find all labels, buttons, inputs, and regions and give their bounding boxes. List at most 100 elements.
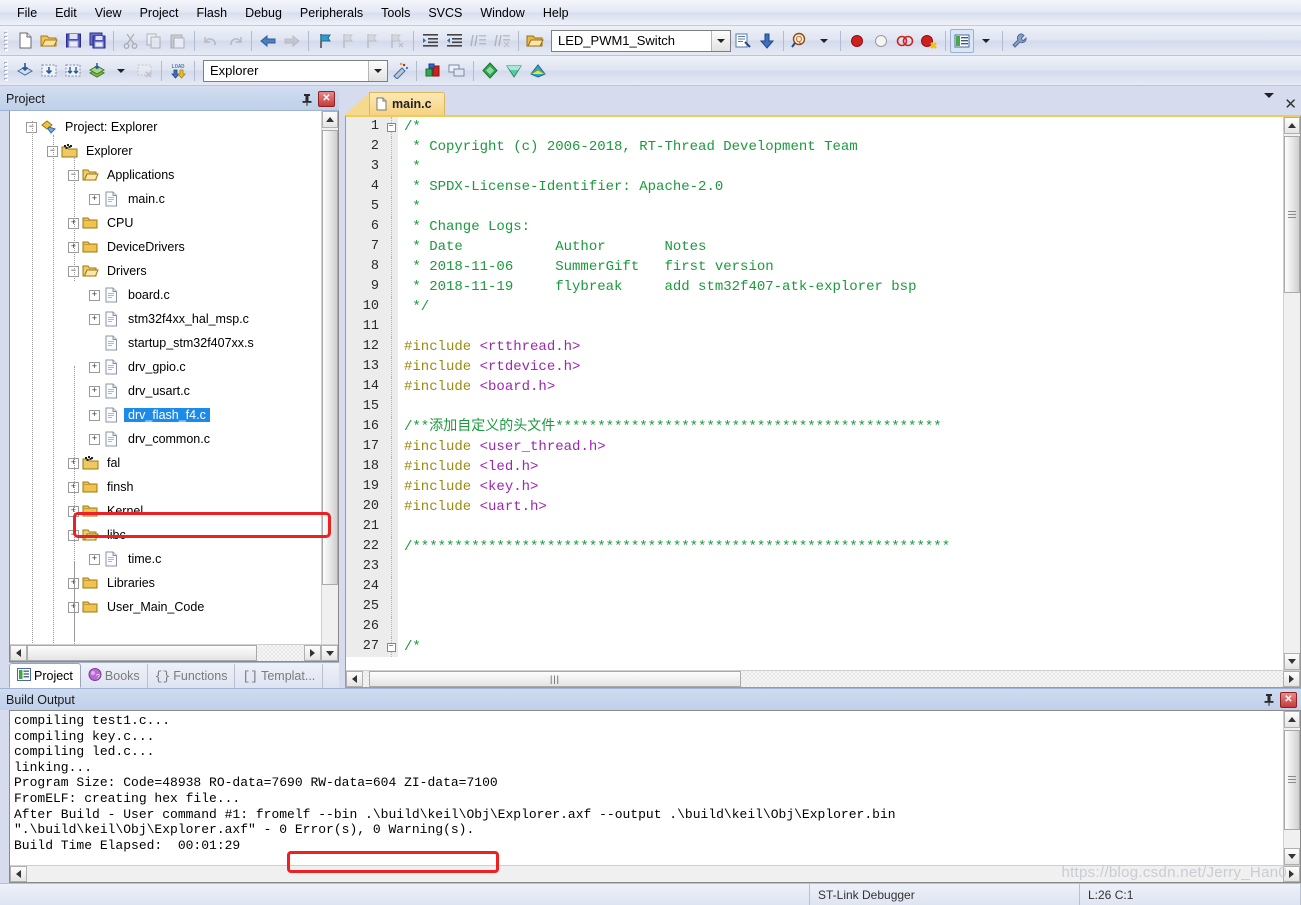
menu-item-flash[interactable]: Flash bbox=[187, 3, 236, 23]
build-scroll-thumb[interactable] bbox=[1284, 730, 1300, 830]
fold-column[interactable] bbox=[384, 357, 398, 377]
fold-column[interactable] bbox=[384, 517, 398, 537]
code-line[interactable]: 10 */ bbox=[346, 297, 1283, 317]
fold-column[interactable] bbox=[384, 597, 398, 617]
tree-item-drv-common-c[interactable]: + drv_common.c bbox=[10, 427, 321, 451]
menu-item-file[interactable]: File bbox=[8, 3, 46, 23]
tree-item-main-c[interactable]: + main.c bbox=[10, 187, 321, 211]
save-all-icon[interactable] bbox=[85, 29, 109, 53]
tree-item-project-explorer[interactable]: − Project: Explorer bbox=[10, 115, 321, 139]
manage-windows-dropdown-arrow[interactable] bbox=[974, 29, 998, 53]
tree-item-board-c[interactable]: + board.c bbox=[10, 283, 321, 307]
tree-item-drv-flash-f4-c[interactable]: + drv_flash_f4.c bbox=[10, 403, 321, 427]
fold-column[interactable] bbox=[384, 137, 398, 157]
fold-column[interactable] bbox=[384, 337, 398, 357]
code-line[interactable]: 5 * bbox=[346, 197, 1283, 217]
tree-scroll-left-button[interactable] bbox=[10, 645, 27, 661]
breakpoint-kill-all-icon[interactable] bbox=[917, 29, 941, 53]
select-software-packs-icon[interactable] bbox=[526, 59, 550, 83]
editor-close-icon[interactable]: ✕ bbox=[1284, 97, 1297, 112]
tree-item-finsh[interactable]: + finsh bbox=[10, 475, 321, 499]
tree-item-cpu[interactable]: + CPU bbox=[10, 211, 321, 235]
menu-item-debug[interactable]: Debug bbox=[236, 3, 291, 23]
tree-item-startup-stm32f407xx-s[interactable]: startup_stm32f407xx.s bbox=[10, 331, 321, 355]
fold-toggle-icon[interactable]: − bbox=[386, 122, 396, 132]
panel-tab-project[interactable]: Project bbox=[9, 663, 81, 688]
bookmark-prev-icon[interactable] bbox=[337, 29, 361, 53]
batch-build-icon[interactable] bbox=[85, 59, 109, 83]
panel-tab-functions[interactable]: {} Functions bbox=[148, 664, 236, 688]
code-line[interactable]: 21 bbox=[346, 517, 1283, 537]
tree-item-user-main-code[interactable]: + User_Main_Code bbox=[10, 595, 321, 619]
code-area[interactable]: 1−/* 2 * Copyright (c) 2006-2018, RT-Thre… bbox=[346, 117, 1283, 670]
fold-column[interactable] bbox=[384, 477, 398, 497]
build-close-icon[interactable]: ✕ bbox=[1280, 691, 1297, 708]
code-line[interactable]: 26 bbox=[346, 617, 1283, 637]
fold-column[interactable] bbox=[384, 397, 398, 417]
tree-scroll-down-button[interactable] bbox=[321, 645, 338, 661]
build-target-select[interactable]: Explorer bbox=[203, 59, 388, 82]
build-target-icon[interactable] bbox=[37, 59, 61, 83]
fold-column[interactable] bbox=[384, 437, 398, 457]
breakpoint-insert-icon[interactable] bbox=[845, 29, 869, 53]
manage-windows-icon[interactable] bbox=[950, 28, 974, 53]
code-line[interactable]: 20 #include <uart.h> bbox=[346, 497, 1283, 517]
tree-expander[interactable]: + bbox=[89, 193, 100, 205]
tree-scroll-up-button[interactable] bbox=[322, 111, 338, 128]
fold-column[interactable] bbox=[384, 377, 398, 397]
fold-column[interactable] bbox=[384, 537, 398, 557]
tree-item-kernel[interactable]: + Kernel bbox=[10, 499, 321, 523]
code-line[interactable]: 14 #include <board.h> bbox=[346, 377, 1283, 397]
save-icon[interactable] bbox=[61, 29, 85, 53]
code-line[interactable]: 6 * Change Logs: bbox=[346, 217, 1283, 237]
fold-toggle-icon[interactable]: − bbox=[386, 642, 396, 652]
fold-column[interactable] bbox=[384, 217, 398, 237]
editor-vertical-scrollbar[interactable] bbox=[1283, 117, 1300, 670]
tree-expander[interactable]: + bbox=[89, 289, 100, 301]
manage-run-time-icon[interactable] bbox=[502, 59, 526, 83]
fold-column[interactable] bbox=[384, 417, 398, 437]
editor-hscroll-thumb[interactable]: ||| bbox=[369, 671, 741, 687]
tree-item-fal[interactable]: + fal bbox=[10, 451, 321, 475]
editor-scroll-down-button[interactable] bbox=[1284, 653, 1300, 670]
open-project-icon[interactable] bbox=[523, 29, 547, 53]
new-file-icon[interactable] bbox=[13, 29, 37, 53]
build-pin-icon[interactable] bbox=[1261, 692, 1277, 708]
tree-item-time-c[interactable]: + time.c bbox=[10, 547, 321, 571]
tree-vertical-scrollbar[interactable] bbox=[321, 111, 338, 644]
fold-column[interactable] bbox=[384, 577, 398, 597]
panel-tab-books[interactable]: ? Books bbox=[81, 664, 148, 688]
bookmark-toggle-icon[interactable] bbox=[313, 29, 337, 53]
fold-column[interactable]: − bbox=[384, 117, 398, 137]
fold-column[interactable] bbox=[384, 257, 398, 277]
code-line[interactable]: 22 /*************************************… bbox=[346, 537, 1283, 557]
copy-icon[interactable] bbox=[142, 29, 166, 53]
fold-column[interactable] bbox=[384, 557, 398, 577]
batch-build-dropdown-arrow[interactable] bbox=[109, 59, 133, 83]
cut-icon[interactable] bbox=[118, 29, 142, 53]
code-line[interactable]: 25 bbox=[346, 597, 1283, 617]
code-line[interactable]: 4 * SPDX-License-Identifier: Apache-2.0 bbox=[346, 177, 1283, 197]
build-target-dropdown-arrow[interactable] bbox=[368, 60, 387, 81]
navigate-back-icon[interactable] bbox=[256, 29, 280, 53]
tree-scroll-right-button[interactable] bbox=[304, 645, 321, 661]
code-line[interactable]: 13 #include <rtdevice.h> bbox=[346, 357, 1283, 377]
fold-column[interactable] bbox=[384, 497, 398, 517]
tree-item-drv-gpio-c[interactable]: + drv_gpio.c bbox=[10, 355, 321, 379]
editor-hscroll-track[interactable]: ||| bbox=[363, 671, 1283, 687]
editor-tab-list-arrow[interactable] bbox=[1264, 93, 1275, 112]
target-project-dropdown-arrow[interactable] bbox=[711, 30, 730, 51]
bookmark-clear-icon[interactable] bbox=[385, 29, 409, 53]
code-line[interactable]: 16 /**添加自定义的头文件**************************… bbox=[346, 417, 1283, 437]
tree-expander[interactable]: + bbox=[89, 409, 100, 421]
translate-file-icon[interactable] bbox=[13, 59, 37, 83]
tree-item-drv-usart-c[interactable]: + drv_usart.c bbox=[10, 379, 321, 403]
uncomment-lines-icon[interactable] bbox=[490, 29, 514, 53]
close-icon[interactable]: ✕ bbox=[318, 91, 335, 107]
menu-item-view[interactable]: View bbox=[86, 3, 131, 23]
panel-tab-templat-[interactable]: [] Templat... bbox=[235, 664, 324, 688]
fold-column[interactable] bbox=[384, 297, 398, 317]
code-line[interactable]: 27−/* bbox=[346, 637, 1283, 657]
tree-scroll-thumb[interactable] bbox=[322, 130, 338, 585]
code-line[interactable]: 15 bbox=[346, 397, 1283, 417]
